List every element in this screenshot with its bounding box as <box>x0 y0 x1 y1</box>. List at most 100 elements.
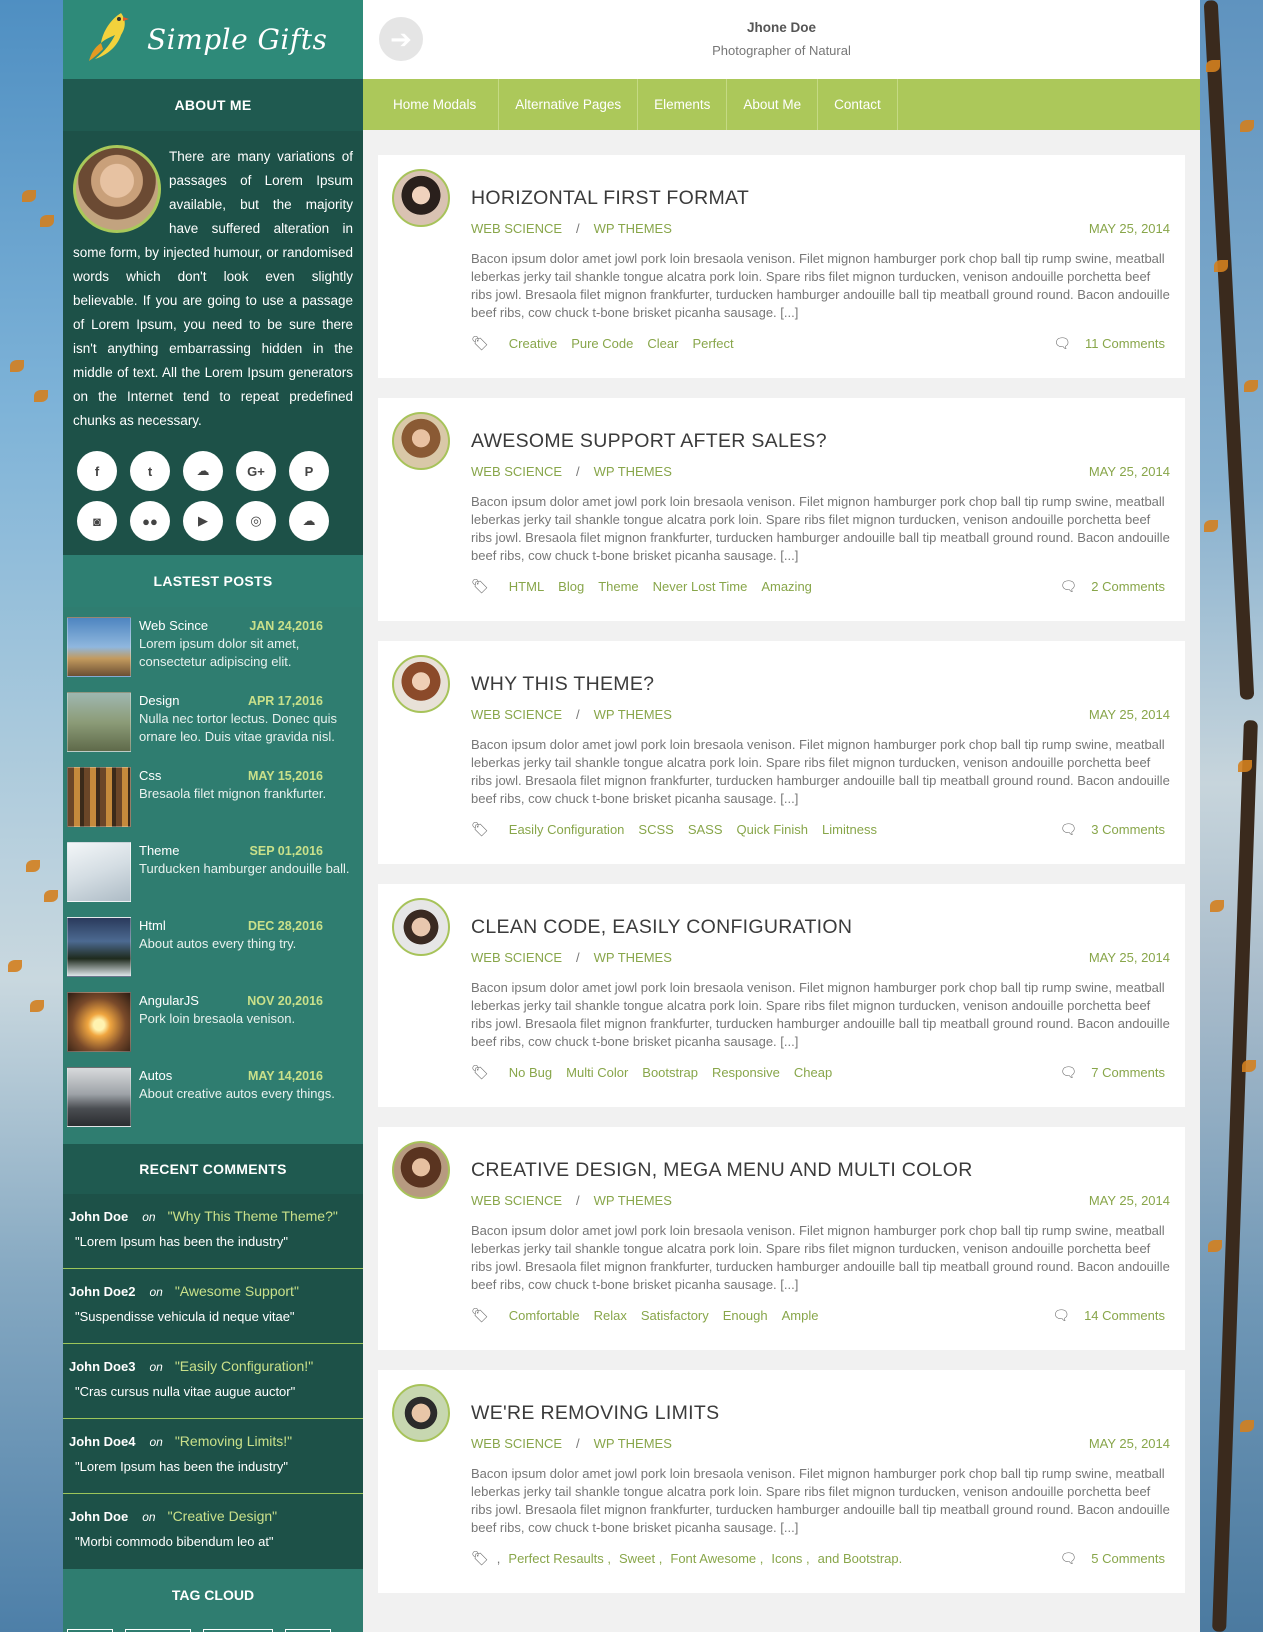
category-link[interactable]: WP THEMES <box>594 950 672 965</box>
article-title[interactable]: CLEAN CODE, EASILY CONFIGURATION <box>471 916 852 939</box>
tag-link[interactable]: Font Awesome , <box>670 1551 763 1566</box>
list-item[interactable]: Theme SEP 01,2016 Turducken hamburger and… <box>63 838 363 913</box>
cloud-icon[interactable]: ☁ <box>289 501 329 541</box>
article-comments[interactable]: 🗨 7 Comments <box>1060 1064 1165 1081</box>
category-link[interactable]: WEB SCIENCE <box>471 221 562 236</box>
category-link[interactable]: WEB SCIENCE <box>471 707 562 722</box>
tag-link[interactable]: Perfect Resaults , <box>508 1551 611 1566</box>
article-title[interactable]: AWESOME SUPPORT AFTER SALES? <box>471 430 827 453</box>
category-link[interactable]: WP THEMES <box>594 1436 672 1451</box>
comment-post-link[interactable]: "Why This Theme Theme?" <box>168 1208 338 1224</box>
nav-item-home-modals[interactable]: Home Modals <box>363 79 500 130</box>
tag-link[interactable]: Creative <box>509 336 557 351</box>
tag-link[interactable]: Bootstrap <box>642 1065 698 1080</box>
soundcloud-icon[interactable]: ☁ <box>183 451 223 491</box>
tag-link[interactable]: Never Lost Time <box>653 579 748 594</box>
comment-item[interactable]: John Doe on "Creative Design" "Morbi commo… <box>63 1494 363 1569</box>
article-comments[interactable]: 🗨 2 Comments <box>1060 578 1165 595</box>
article-comments[interactable]: 🗨 5 Comments <box>1060 1550 1165 1567</box>
author-avatar[interactable] <box>392 898 450 956</box>
logo-bar[interactable]: Simple Gifts <box>63 0 363 79</box>
tag-link[interactable]: Blog <box>558 579 584 594</box>
instagram-icon[interactable]: ◙ <box>77 501 117 541</box>
comment-item[interactable]: John Doe4 on "Removing Limits!" "Lorem Ips… <box>63 1419 363 1494</box>
list-item[interactable]: Design APR 17,2016 Nulla nec tortor lectu… <box>63 688 363 763</box>
comment-author: John Doe4 <box>69 1434 136 1449</box>
category-link[interactable]: WEB SCIENCE <box>471 1193 562 1208</box>
tag-link[interactable]: Ample <box>782 1308 819 1323</box>
youtube-icon[interactable]: ▶ <box>183 501 223 541</box>
list-item[interactable]: Css MAY 15,2016 Bresaola filet mignon fra… <box>63 763 363 838</box>
category-link[interactable]: WEB SCIENCE <box>471 950 562 965</box>
tag-link[interactable]: Quick Finish <box>737 822 809 837</box>
category-link[interactable]: WP THEMES <box>594 221 672 236</box>
comment-post-link[interactable]: "Awesome Support" <box>175 1283 299 1299</box>
tag-link[interactable]: Comfortable <box>509 1308 580 1323</box>
article-comments[interactable]: 🗨 3 Comments <box>1060 821 1165 838</box>
article-comments[interactable]: 🗨 11 Comments <box>1053 335 1165 352</box>
category-link[interactable]: WP THEMES <box>594 464 672 479</box>
article-title[interactable]: WHY THIS THEME? <box>471 673 654 696</box>
nav-item-elements[interactable]: Elements <box>638 79 728 130</box>
tag-link[interactable]: Theme <box>598 579 638 594</box>
google-plus-icon[interactable]: G+ <box>236 451 276 491</box>
article-comments[interactable]: 🗨 14 Comments <box>1052 1307 1165 1324</box>
nav-item-alternative-pages[interactable]: Alternative Pages <box>499 79 639 130</box>
category-link[interactable]: WP THEMES <box>594 1193 672 1208</box>
tag-link[interactable]: Limitness <box>822 822 877 837</box>
comment-item[interactable]: John Doe on "Why This Theme Theme?" "Lorem… <box>63 1194 363 1269</box>
list-item[interactable]: Web Scince JAN 24,2016 Lorem ipsum dolor … <box>63 613 363 688</box>
nav-item-contact[interactable]: Contact <box>818 79 898 130</box>
author-avatar[interactable] <box>392 1141 450 1199</box>
tag-link[interactable]: Responsive <box>712 1065 780 1080</box>
article-title[interactable]: WE'RE REMOVING LIMITS <box>471 1402 719 1425</box>
author-avatar[interactable] <box>392 169 450 227</box>
tag-link[interactable]: Satisfactory <box>641 1308 709 1323</box>
comment-on: on <box>149 1435 163 1449</box>
about-me-heading: ABOUT ME <box>63 79 363 131</box>
tag-link[interactable]: Sweet , <box>619 1551 662 1566</box>
comment-item[interactable]: John Doe2 on "Awesome Support" "Suspendiss… <box>63 1269 363 1344</box>
dribbble-icon[interactable]: ◎ <box>236 501 276 541</box>
tag-link[interactable]: Perfect <box>692 336 733 351</box>
tag-link[interactable]: Multi Color <box>566 1065 628 1080</box>
author-avatar[interactable] <box>392 655 450 713</box>
list-item[interactable]: AngularJS NOV 20,2016 Pork loin bresaola … <box>63 988 363 1063</box>
category-separator: / <box>576 707 580 722</box>
article-title[interactable]: HORIZONTAL FIRST FORMAT <box>471 187 749 210</box>
list-item[interactable]: Html DEC 28,2016 About autos every thing … <box>63 913 363 988</box>
comment-item[interactable]: John Doe3 on "Easily Configuration!" "Cras… <box>63 1344 363 1419</box>
tag-link[interactable]: Pure Code <box>571 336 633 351</box>
twitter-icon[interactable]: t <box>130 451 170 491</box>
comment-post-link[interactable]: "Removing Limits!" <box>175 1433 292 1449</box>
author-avatar[interactable] <box>392 1384 450 1442</box>
comment-text: "Lorem Ipsum has been the industry" <box>75 1234 289 1249</box>
tags-icon: 🏷 <box>471 821 489 837</box>
comment-post-link[interactable]: "Easily Configuration!" <box>175 1358 313 1374</box>
tag-link[interactable]: Clear <box>647 336 678 351</box>
tag-link[interactable]: HTML <box>509 579 544 594</box>
tag-link[interactable]: Cheap <box>794 1065 832 1080</box>
tag-link[interactable]: Amazing <box>761 579 812 594</box>
category-link[interactable]: WEB SCIENCE <box>471 464 562 479</box>
category-link[interactable]: WEB SCIENCE <box>471 1436 562 1451</box>
comment-post-link[interactable]: "Creative Design" <box>168 1508 278 1524</box>
tag-link[interactable]: Icons , <box>771 1551 809 1566</box>
category-link[interactable]: WP THEMES <box>594 707 672 722</box>
comment-count: 11 Comments <box>1085 336 1165 351</box>
tag-link[interactable]: SASS <box>688 822 723 837</box>
flickr-icon[interactable]: ●● <box>130 501 170 541</box>
nav-item-about-me[interactable]: About Me <box>727 79 819 130</box>
list-item[interactable]: Autos MAY 14,2016 About creative autos ev… <box>63 1063 363 1138</box>
tag-link[interactable]: Relax <box>594 1308 627 1323</box>
tag-link[interactable]: No Bug <box>509 1065 552 1080</box>
tag-link[interactable]: and Bootstrap. <box>818 1551 903 1566</box>
tag-link[interactable]: Enough <box>723 1308 768 1323</box>
author-avatar[interactable] <box>392 412 450 470</box>
tag-link[interactable]: SCSS <box>638 822 673 837</box>
tag-link[interactable]: Easily Configuration <box>509 822 625 837</box>
pinterest-icon[interactable]: P <box>289 451 329 491</box>
facebook-icon[interactable]: f <box>77 451 117 491</box>
tags-icon: 🏷 <box>471 1064 489 1080</box>
article-title[interactable]: CREATIVE DESIGN, MEGA MENU AND MULTI COL… <box>471 1159 973 1182</box>
